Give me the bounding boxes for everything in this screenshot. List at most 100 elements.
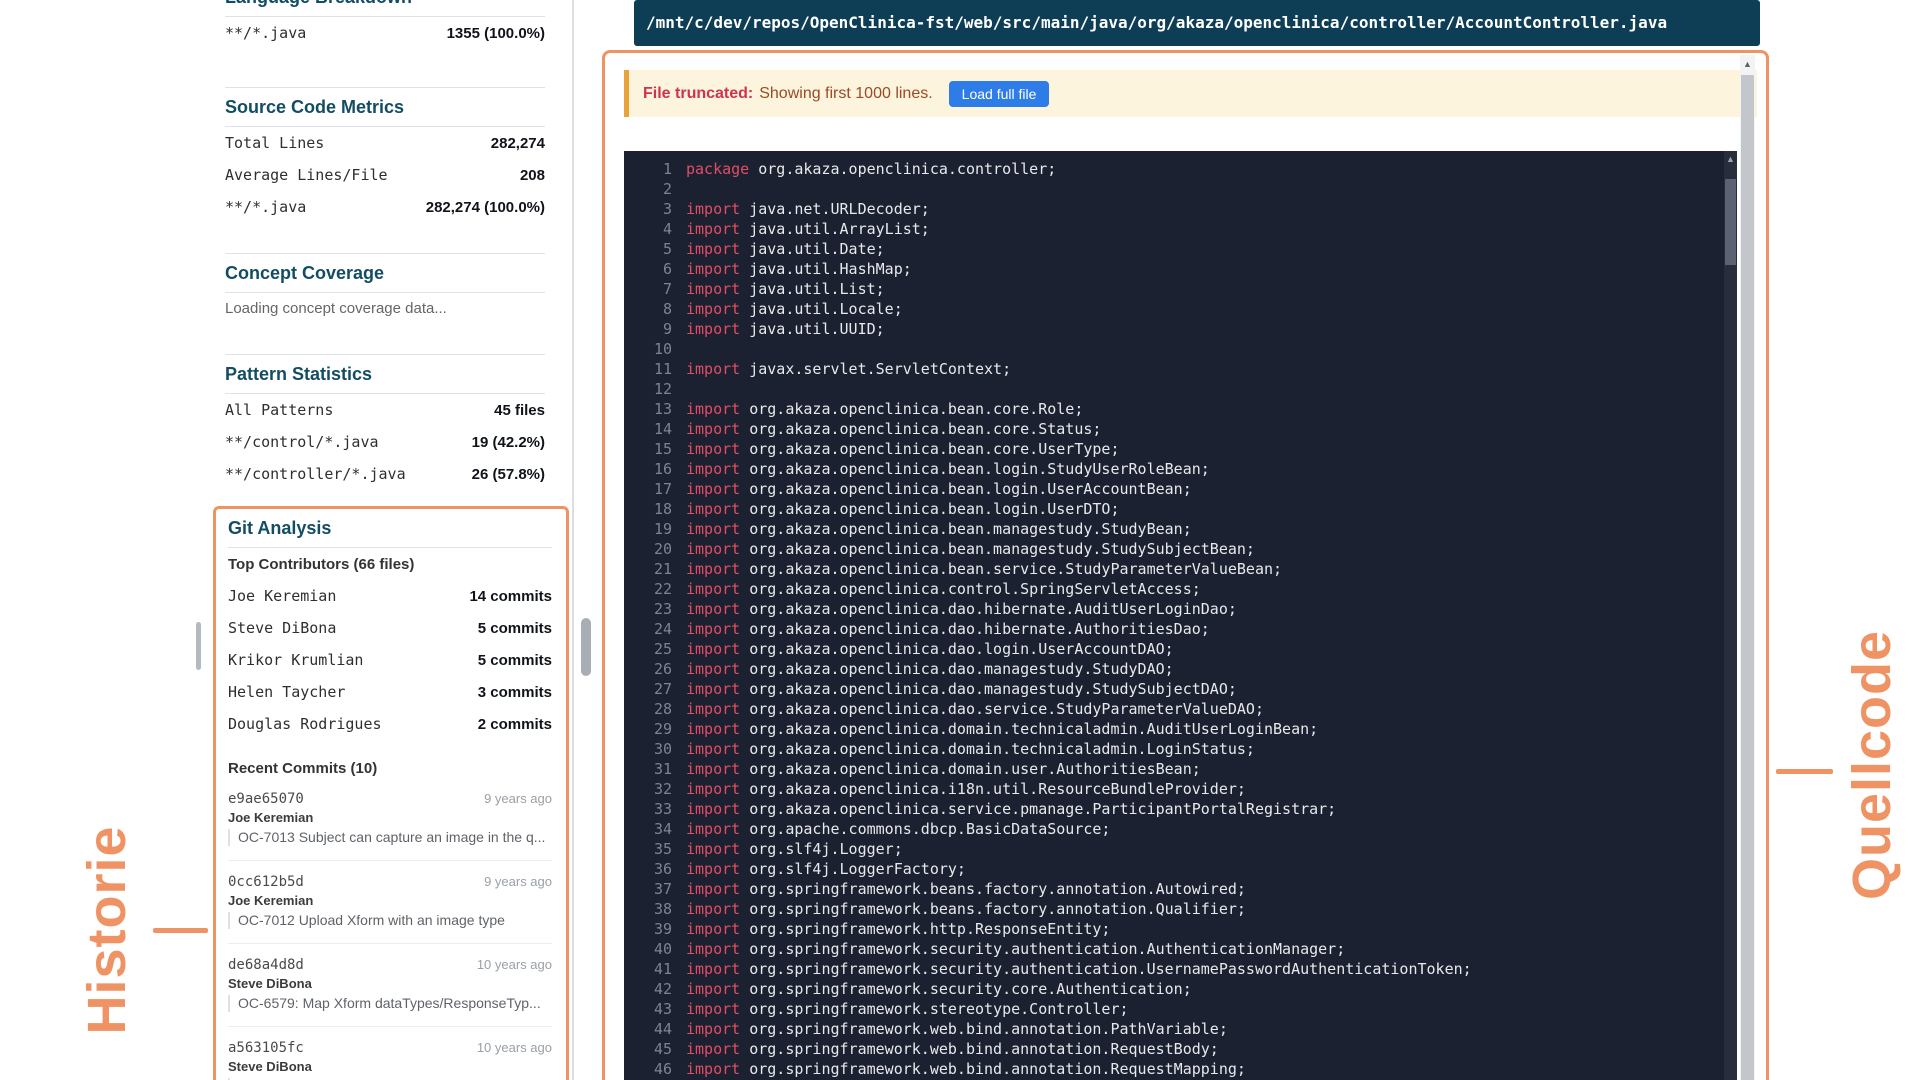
contributor-value: 5 commits	[478, 652, 552, 669]
code-keyword: import	[686, 940, 740, 958]
line-number: 45	[630, 1039, 672, 1059]
panel-scroll-up-arrow-icon[interactable]: ▲	[1740, 55, 1755, 73]
code-text: org.akaza.openclinica.service.pmanage.Pa…	[740, 800, 1336, 818]
contributor-label: Helen Taycher	[228, 683, 345, 701]
code-keyword: import	[686, 420, 740, 438]
code-line: 26import org.akaza.openclinica.dao.manag…	[630, 659, 1737, 679]
line-number: 5	[630, 239, 672, 259]
code-text: org.akaza.openclinica.dao.service.StudyP…	[740, 700, 1264, 718]
line-number: 13	[630, 399, 672, 419]
code-line: 32import org.akaza.openclinica.i18n.util…	[630, 779, 1737, 799]
load-full-file-button[interactable]: Load full file	[949, 81, 1050, 107]
code-line: 29import org.akaza.openclinica.domain.te…	[630, 719, 1737, 739]
contributor-value: 14 commits	[469, 588, 552, 605]
code-keyword: import	[686, 800, 740, 818]
source-metric-row: **/*.java282,274 (100.0%)	[225, 191, 545, 223]
line-number: 18	[630, 499, 672, 519]
language-breakdown-row: **/*.java 1355 (100.0%)	[225, 17, 545, 49]
code-line: 17import org.akaza.openclinica.bean.logi…	[630, 479, 1737, 499]
code-line: 19import org.akaza.openclinica.bean.mana…	[630, 519, 1737, 539]
commit-author: Joe Keremian	[228, 893, 552, 909]
code-line: 44import org.springframework.web.bind.an…	[630, 1019, 1737, 1039]
line-number: 46	[630, 1059, 672, 1079]
code-text: java.util.ArrayList;	[740, 220, 930, 238]
source-metric-label: Total Lines	[225, 134, 324, 152]
code-text: java.util.List;	[740, 280, 885, 298]
section-pattern-statistics: Pattern Statistics All Patterns45 files*…	[225, 354, 545, 490]
code-text: java.util.Locale;	[740, 300, 903, 318]
commit-item[interactable]: a563105fc10 years agoSteve DiBonaOC-6578…	[228, 1027, 552, 1080]
line-number: 35	[630, 839, 672, 859]
pattern-stat-row: **/control/*.java19 (42.2%)	[225, 426, 545, 458]
code-line: 16import org.akaza.openclinica.bean.logi…	[630, 459, 1737, 479]
code-text: org.akaza.openclinica.dao.managestudy.St…	[740, 680, 1237, 698]
code-text: org.springframework.security.authenticat…	[740, 960, 1472, 978]
code-text: org.akaza.openclinica.bean.managestudy.S…	[740, 540, 1255, 558]
line-number: 23	[630, 599, 672, 619]
commit-item[interactable]: e9ae650709 years agoJoe KeremianOC-7013 …	[228, 778, 552, 861]
code-scrollbar[interactable]: ▲	[1724, 151, 1737, 1080]
code-keyword: import	[686, 1020, 740, 1038]
code-keyword: import	[686, 580, 740, 598]
source-metric-value: 282,274	[491, 135, 545, 152]
code-keyword: import	[686, 700, 740, 718]
code-line: 8import java.util.Locale;	[630, 299, 1737, 319]
language-breakdown-value: 1355 (100.0%)	[447, 25, 545, 42]
file-path-bar: /mnt/c/dev/repos/OpenClinica-fst/web/src…	[634, 0, 1760, 46]
code-line: 31import org.akaza.openclinica.domain.us…	[630, 759, 1737, 779]
top-contributors-title: Top Contributors (66 files)	[228, 556, 552, 574]
code-text: org.akaza.openclinica.control.SpringServ…	[740, 580, 1201, 598]
concept-coverage-title: Concept Coverage	[225, 254, 545, 293]
line-number: 42	[630, 979, 672, 999]
code-text: org.akaza.openclinica.dao.login.UserAcco…	[740, 640, 1173, 658]
commit-item[interactable]: de68a4d8d10 years agoSteve DiBonaOC-6579…	[228, 944, 552, 1027]
left-scrollbar-thumb[interactable]	[196, 622, 201, 670]
commit-head: e9ae650709 years ago	[228, 790, 552, 808]
code-scrollbar-thumb[interactable]	[1725, 179, 1736, 265]
commit-time: 9 years ago	[484, 790, 552, 808]
commit-time: 9 years ago	[484, 873, 552, 891]
code-line: 34import org.apache.commons.dbcp.BasicDa…	[630, 819, 1737, 839]
pattern-stat-row: **/controller/*.java26 (57.8%)	[225, 458, 545, 490]
annotation-line-historie	[153, 928, 208, 933]
code-keyword: import	[686, 560, 740, 578]
line-number: 7	[630, 279, 672, 299]
code-text: org.akaza.openclinica.domain.technicalad…	[740, 740, 1255, 758]
line-number: 34	[630, 819, 672, 839]
language-breakdown-rows: **/*.java 1355 (100.0%)	[225, 17, 545, 49]
commit-author: Joe Keremian	[228, 810, 552, 826]
code-keyword: import	[686, 520, 740, 538]
code-keyword: import	[686, 540, 740, 558]
code-line: 12	[630, 379, 1737, 399]
panel-scrollbar-thumb[interactable]	[1741, 75, 1754, 1080]
code-line: 39import org.springframework.http.Respon…	[630, 919, 1737, 939]
commit-item[interactable]: 0cc612b5d9 years agoJoe KeremianOC-7012 …	[228, 861, 552, 944]
section-source-code-metrics: Source Code Metrics Total Lines282,274Av…	[225, 87, 545, 223]
code-text: org.springframework.web.bind.annotation.…	[740, 1020, 1228, 1038]
contributor-value: 2 commits	[478, 716, 552, 733]
code-keyword: import	[686, 980, 740, 998]
code-text: java.util.Date;	[740, 240, 885, 258]
contributor-label: Douglas Rodrigues	[228, 715, 382, 733]
language-breakdown-label: **/*.java	[225, 24, 306, 42]
line-number: 26	[630, 659, 672, 679]
code-keyword: package	[686, 160, 749, 178]
scroll-up-arrow-icon[interactable]: ▲	[1724, 151, 1737, 167]
line-number: 36	[630, 859, 672, 879]
sidebar-scrollbar-thumb[interactable]	[581, 618, 591, 676]
code-keyword: import	[686, 320, 740, 338]
code-text: org.akaza.openclinica.bean.managestudy.S…	[740, 520, 1192, 538]
code-line: 15import org.akaza.openclinica.bean.core…	[630, 439, 1737, 459]
line-number: 3	[630, 199, 672, 219]
code-keyword: import	[686, 480, 740, 498]
pattern-stat-label: **/control/*.java	[225, 433, 379, 451]
code-text: org.akaza.openclinica.dao.hibernate.Audi…	[740, 600, 1237, 618]
panel-scrollbar[interactable]: ▲	[1740, 55, 1755, 1080]
code-viewer[interactable]: 1package org.akaza.openclinica.controlle…	[624, 151, 1737, 1080]
contributor-row: Helen Taycher3 commits	[228, 676, 552, 708]
code-line: 36import org.slf4j.LoggerFactory;	[630, 859, 1737, 879]
commit-head: 0cc612b5d9 years ago	[228, 873, 552, 891]
code-line: 41import org.springframework.security.au…	[630, 959, 1737, 979]
commit-time: 10 years ago	[477, 1039, 552, 1057]
line-number: 37	[630, 879, 672, 899]
